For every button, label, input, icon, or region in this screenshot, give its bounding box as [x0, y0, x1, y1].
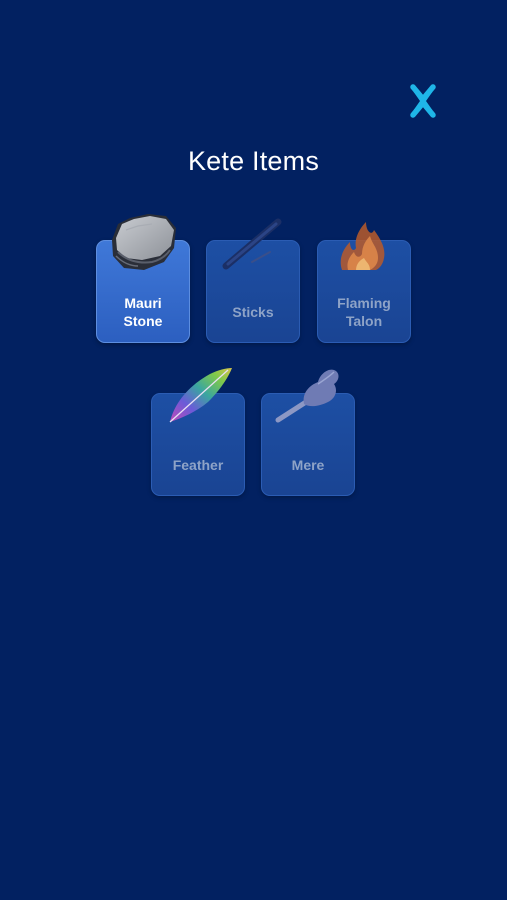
item-tile-mauri-stone[interactable]: Mauri Stone [96, 240, 190, 343]
close-icon [410, 84, 436, 118]
item-tile-mere[interactable]: Mere [261, 393, 355, 496]
item-tile-sticks[interactable]: Sticks [206, 240, 300, 343]
item-label-line1: Flaming [337, 295, 391, 311]
item-label: Sticks [232, 304, 274, 320]
kete-items-screen: Kete Items Mauri Stone Sticks Flaming Ta… [0, 0, 507, 900]
item-label: Mere [291, 457, 325, 473]
item-label-line2: Stone [123, 313, 163, 329]
page-title: Kete Items [187, 146, 320, 176]
item-tile-feather[interactable]: Feather [151, 393, 245, 496]
item-label-line1: Mauri [124, 295, 162, 311]
item-label: Flaming Talon [318, 294, 410, 330]
close-button[interactable] [404, 82, 442, 120]
item-label: Feather [172, 457, 224, 473]
item-tile-flaming-talon[interactable]: Flaming Talon [317, 240, 411, 343]
item-label-line2: Talon [345, 313, 383, 329]
item-label: Mauri Stone [97, 294, 189, 330]
